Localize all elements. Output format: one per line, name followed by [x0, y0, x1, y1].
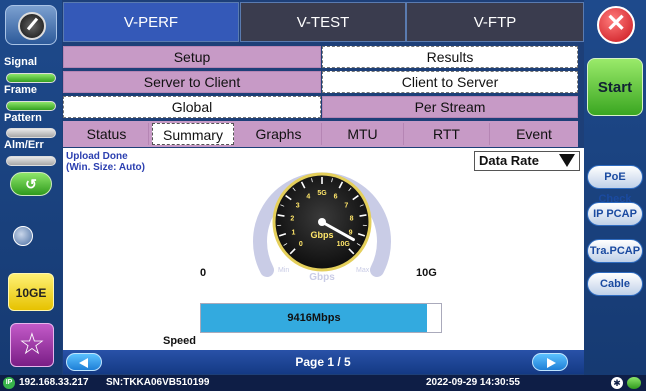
- tab-summary[interactable]: Summary: [152, 123, 234, 145]
- history-button[interactable]: ↺: [10, 172, 52, 196]
- sidebar-item-pattern[interactable]: Pattern: [4, 112, 60, 124]
- gauge-tick-label: 1: [292, 229, 296, 236]
- setup-tab[interactable]: Setup: [63, 46, 321, 68]
- window-size-note: (Win. Size: Auto): [66, 162, 145, 173]
- speed-label: Speed: [163, 335, 197, 347]
- tab-v-ftp[interactable]: V-FTP: [406, 2, 584, 42]
- next-page-button[interactable]: [532, 353, 568, 371]
- gauge-tick: [359, 214, 367, 217]
- dial-icon: [18, 12, 46, 40]
- gauge-tick-label: 5G: [317, 190, 327, 197]
- prev-page-button[interactable]: [66, 353, 102, 371]
- tra-pcap-button[interactable]: Tra.PCAP: [587, 239, 643, 263]
- frame-led: [6, 73, 56, 83]
- status-message: Upload Done: [66, 151, 128, 162]
- battery-icon: [627, 377, 641, 389]
- star-icon: ☆: [18, 328, 46, 361]
- speed-gauge: 01 234 5G 678 9 10G Gbps Min Max Gbps: [253, 172, 391, 283]
- ip-address: 192.168.33.217: [19, 377, 89, 388]
- extra-led: [6, 156, 56, 166]
- start-button[interactable]: Start: [587, 58, 643, 116]
- tab-v-perf[interactable]: V-PERF: [63, 2, 239, 42]
- tab-status[interactable]: Status: [65, 123, 149, 145]
- gauge-tick-label: 8: [350, 215, 354, 222]
- global-tab[interactable]: Global: [63, 96, 321, 118]
- date-time: 2022-09-29 14:30:55: [426, 377, 520, 388]
- tab-graphs[interactable]: Graphs: [236, 123, 322, 145]
- globe-icon[interactable]: [13, 226, 33, 246]
- status-bar: [0, 375, 646, 391]
- server-to-client-tab[interactable]: Server to Client: [63, 71, 321, 93]
- sidebar-item-signal[interactable]: Signal: [4, 56, 60, 68]
- cable-button[interactable]: Cable: [587, 272, 643, 296]
- poe-check-button[interactable]: PoE Check: [587, 165, 643, 205]
- gauge-tick-label: 7: [344, 202, 348, 209]
- ip-pcap-button[interactable]: IP PCAP: [587, 202, 643, 226]
- serial-number: SN:TKKA06VB510199: [106, 377, 210, 388]
- gauge-max-label: Max: [356, 267, 370, 274]
- tab-event[interactable]: Event: [490, 123, 578, 145]
- arrow-right-icon: [547, 358, 556, 368]
- scale-min-label: 0: [200, 267, 207, 279]
- arrow-left-icon: [79, 358, 88, 368]
- gauge-tick-label: 10G: [337, 241, 351, 248]
- bluetooth-icon: ✱: [611, 377, 623, 389]
- alarm-led: [6, 128, 56, 138]
- speed-bar-value: 9416Mbps: [287, 312, 341, 324]
- close-icon: ✕: [605, 10, 627, 37]
- home-button[interactable]: [5, 5, 57, 45]
- gauge-tick-label: 2: [290, 215, 294, 222]
- gauge-hub: [318, 218, 326, 226]
- gauge-bottom-unit: Gbps: [309, 272, 335, 283]
- tab-v-test[interactable]: V-TEST: [240, 2, 406, 42]
- ip-icon: IP: [3, 377, 15, 389]
- gauge-tick-label: 3: [296, 202, 300, 209]
- sidebar-item-frame[interactable]: Frame: [4, 84, 60, 96]
- sidebar-item-alm-err[interactable]: Alm/Err: [4, 139, 60, 151]
- metric-select-value: Data Rate: [479, 153, 539, 168]
- results-tab[interactable]: Results: [322, 46, 578, 68]
- gauge-tick-label: 6: [334, 193, 338, 200]
- gauge-tick-label: 4: [306, 193, 310, 200]
- triangle-down-icon: [559, 154, 575, 167]
- tab-rtt[interactable]: RTT: [404, 123, 490, 145]
- scale-max-label: 10G: [416, 267, 437, 279]
- gauge-unit-label: Gbps: [310, 230, 333, 240]
- favorites-button[interactable]: ☆: [10, 323, 54, 367]
- ge-port-button[interactable]: 10GE: [8, 273, 54, 311]
- client-to-server-tab[interactable]: Client to Server: [322, 71, 578, 93]
- gauge-tick-label: 9: [349, 229, 353, 236]
- close-button[interactable]: ✕: [597, 6, 635, 44]
- tab-mtu[interactable]: MTU: [322, 123, 404, 145]
- gauge-tick: [277, 214, 285, 217]
- metric-select[interactable]: Data Rate: [474, 151, 580, 171]
- history-icon: ↺: [25, 176, 37, 192]
- pattern-led: [6, 101, 56, 111]
- gauge-tick-label: 0: [299, 241, 303, 248]
- per-stream-tab[interactable]: Per Stream: [322, 96, 578, 118]
- gauge-min-label: Min: [278, 267, 289, 274]
- page-indicator: Page 1 / 5: [295, 355, 351, 369]
